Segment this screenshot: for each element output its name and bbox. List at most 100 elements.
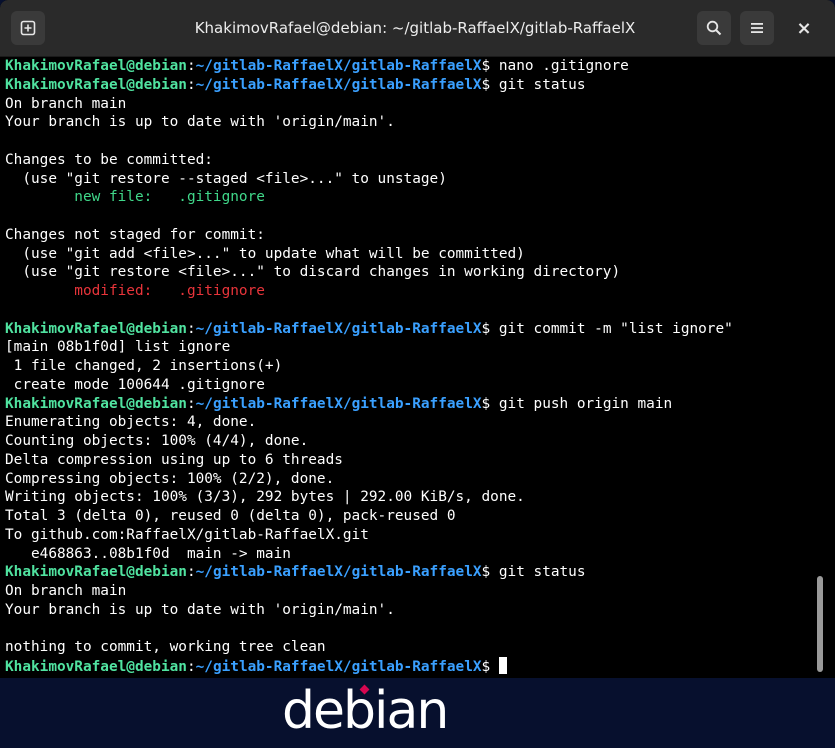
output-text: Writing objects: 100% (3/3), 292 bytes |… — [5, 489, 525, 506]
prompt-path: ~/gitlab-RaffaelX/gitlab-RaffaelX — [195, 564, 482, 581]
output-text: On branch main — [5, 95, 127, 112]
output-text: Changes to be committed: — [5, 151, 213, 168]
terminal-line: KhakimovRafael@debian:~/gitlab-RaffaelX/… — [5, 395, 733, 414]
terminal-line: Your branch is up to date with 'origin/m… — [5, 113, 733, 132]
prompt-user: KhakimovRafael@debian — [5, 76, 187, 93]
output-text: [main 08b1f0d] list ignore — [5, 339, 231, 356]
prompt-sign: $ — [481, 320, 499, 337]
prompt-sign: $ — [481, 659, 499, 675]
search-button[interactable] — [697, 11, 731, 45]
terminal-line: Total 3 (delta 0), reused 0 (delta 0), p… — [5, 507, 733, 526]
window-title: KhakimovRafael@debian: ~/gitlab-RaffaelX… — [194, 19, 636, 37]
terminal-line: (use "git add <file>..." to update what … — [5, 245, 733, 264]
terminal-line: (use "git restore --staged <file>..." to… — [5, 170, 733, 189]
terminal-line: Your branch is up to date with 'origin/m… — [5, 601, 733, 620]
output-text: modified: .gitignore — [5, 283, 265, 299]
terminal-line: Enumerating objects: 4, done. — [5, 413, 733, 432]
output-text: Changes not staged for commit: — [5, 226, 265, 243]
text-cursor — [498, 657, 507, 674]
output-text: 1 file changed, 2 insertions(+) — [5, 358, 283, 374]
terminal-line: Compressing objects: 100% (2/2), done. — [5, 470, 733, 489]
terminal-line: KhakimovRafael@debian:~/gitlab-RaffaelX/… — [5, 563, 733, 582]
terminal-line: [main 08b1f0d] list ignore — [5, 338, 733, 357]
command-text: git status — [498, 76, 586, 93]
prompt-path: ~/gitlab-RaffaelX/gitlab-RaffaelX — [195, 659, 482, 675]
terminal-line: Writing objects: 100% (3/3), 292 bytes |… — [5, 488, 733, 507]
close-icon: × — [796, 17, 812, 39]
terminal-line: e468863..08b1f0d main -> main — [5, 545, 733, 564]
prompt-path: ~/gitlab-RaffaelX/gitlab-RaffaelX — [195, 395, 482, 412]
prompt-user: KhakimovRafael@debian — [5, 659, 187, 675]
output-text: Total 3 (delta 0), reused 0 (delta 0), p… — [5, 508, 456, 524]
terminal-line: KhakimovRafael@debian:~/gitlab-RaffaelX/… — [5, 320, 733, 339]
prompt-path: ~/gitlab-RaffaelX/gitlab-RaffaelX — [195, 76, 482, 93]
terminal-line: To github.com:RaffaelX/gitlab-RaffaelX.g… — [5, 526, 733, 545]
terminal-line: Changes to be committed: — [5, 151, 733, 170]
terminal-line: KhakimovRafael@debian:~/gitlab-RaffaelX/… — [5, 57, 733, 76]
terminal-line: nothing to commit, working tree clean — [5, 638, 733, 657]
menu-button[interactable] — [740, 11, 774, 45]
terminal-scrollbar[interactable] — [817, 576, 823, 672]
terminal-window: KhakimovRafael@debian: ~/gitlab-RaffaelX… — [0, 0, 835, 678]
prompt-separator: : — [186, 659, 196, 675]
terminal-output[interactable]: KhakimovRafael@debian:~/gitlab-RaffaelX/… — [0, 57, 815, 675]
new-tab-button[interactable] — [11, 11, 45, 45]
prompt-separator: : — [186, 395, 196, 412]
prompt-separator: : — [186, 76, 196, 93]
prompt-sign: $ — [481, 395, 499, 412]
terminal-line: modified: .gitignore — [5, 282, 733, 301]
output-text: To github.com:RaffaelX/gitlab-RaffaelX.g… — [5, 526, 369, 543]
hamburger-menu-icon — [751, 23, 763, 33]
terminal-line: KhakimovRafael@debian:~/gitlab-RaffaelX/… — [5, 657, 733, 675]
title-bar: KhakimovRafael@debian: ~/gitlab-RaffaelX… — [0, 0, 835, 57]
terminal-line: KhakimovRafael@debian:~/gitlab-RaffaelX/… — [5, 76, 733, 95]
output-text: Your branch is up to date with 'origin/m… — [5, 601, 395, 618]
terminal-line: Changes not staged for commit: — [5, 226, 733, 245]
prompt-sign: $ — [481, 76, 499, 93]
output-text: (use "git restore --staged <file>..." to… — [5, 170, 447, 187]
prompt-user: KhakimovRafael@debian — [5, 564, 187, 581]
new-tab-icon — [20, 20, 36, 36]
prompt-user: KhakimovRafael@debian — [5, 58, 187, 74]
output-text: Enumerating objects: 4, done. — [5, 414, 257, 431]
terminal-lines: KhakimovRafael@debian:~/gitlab-RaffaelX/… — [5, 57, 733, 675]
prompt-sign: $ — [481, 58, 499, 74]
output-text: (use "git restore <file>..." to discard … — [5, 264, 621, 281]
terminal-line: On branch main — [5, 95, 733, 114]
terminal-line: On branch main — [5, 582, 733, 601]
prompt-separator: : — [186, 58, 196, 74]
terminal-line: Delta compression using up to 6 threads — [5, 451, 733, 470]
prompt-separator: : — [186, 564, 196, 581]
command-text: git status — [498, 564, 586, 581]
prompt-path: ~/gitlab-RaffaelX/gitlab-RaffaelX — [195, 320, 482, 337]
output-text: nothing to commit, working tree clean — [5, 639, 326, 656]
command-text: nano .gitignore — [498, 58, 629, 74]
output-text: On branch main — [5, 583, 127, 599]
output-text: e468863..08b1f0d main -> main — [5, 545, 291, 562]
prompt-separator: : — [186, 320, 196, 337]
output-text: Your branch is up to date with 'origin/m… — [5, 114, 395, 131]
output-text: create mode 100644 .gitignore — [5, 376, 265, 393]
terminal-line: 1 file changed, 2 insertions(+) — [5, 357, 733, 376]
output-text: (use "git add <file>..." to update what … — [5, 245, 525, 262]
close-button[interactable]: × — [787, 11, 821, 45]
output-text: Counting objects: 100% (4/4), done. — [5, 433, 309, 449]
terminal-line: (use "git restore <file>..." to discard … — [5, 263, 733, 282]
prompt-user: KhakimovRafael@debian — [5, 320, 187, 337]
prompt-user: KhakimovRafael@debian — [5, 395, 187, 412]
search-icon — [706, 20, 722, 36]
output-text: Compressing objects: 100% (2/2), done. — [5, 470, 335, 487]
terminal-line: create mode 100644 .gitignore — [5, 376, 733, 395]
command-text: git push origin main — [498, 395, 673, 412]
terminal-line: Counting objects: 100% (4/4), done. — [5, 432, 733, 451]
prompt-path: ~/gitlab-RaffaelX/gitlab-RaffaelX — [195, 58, 482, 74]
terminal-line: new file: .gitignore — [5, 188, 733, 207]
output-text: new file: .gitignore — [5, 189, 265, 206]
command-text: git commit -m "list ignore" — [498, 320, 733, 337]
output-text: Delta compression using up to 6 threads — [5, 451, 343, 468]
prompt-sign: $ — [481, 564, 499, 581]
